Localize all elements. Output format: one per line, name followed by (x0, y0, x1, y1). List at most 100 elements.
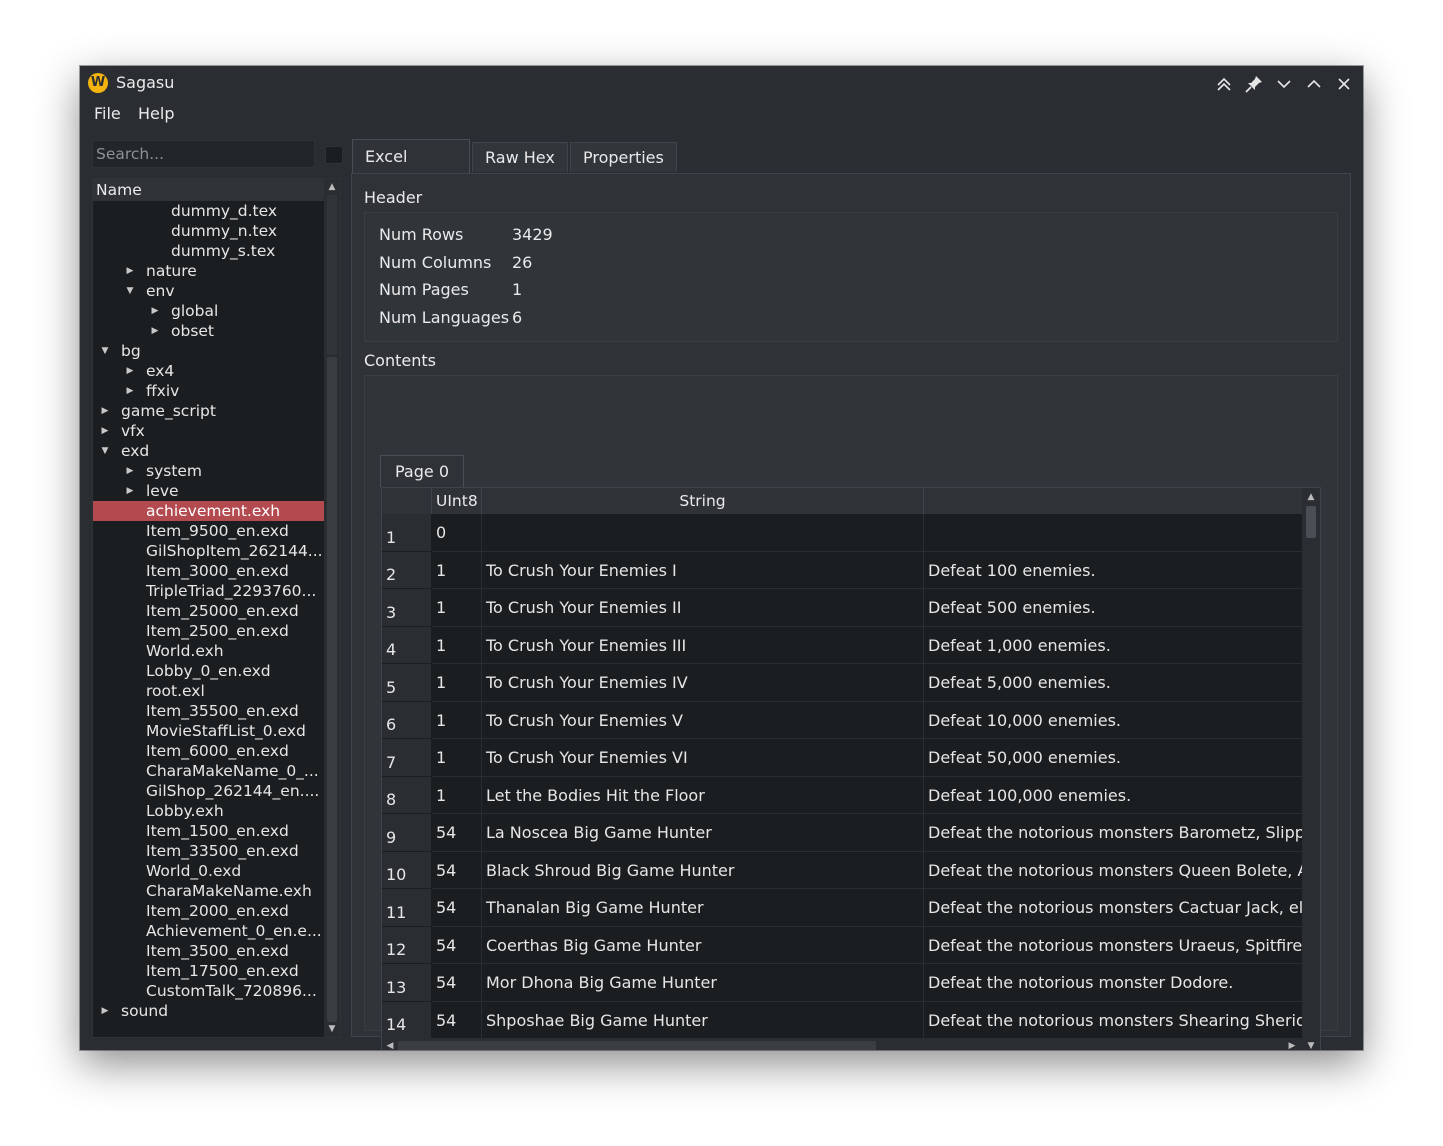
tree-item[interactable]: ▶ system (93, 461, 325, 481)
table-cell[interactable]: Black Shroud Big Game Hunter (482, 851, 924, 889)
table-cell[interactable] (924, 514, 1304, 552)
collapse-arrow-icon[interactable]: ▶ (149, 321, 161, 341)
tree-item[interactable]: ▶ nature (93, 261, 325, 281)
table-cell[interactable]: 1 (432, 551, 482, 589)
tree-item[interactable]: GilShop_262144_en.... (93, 781, 325, 801)
table-cell[interactable]: Defeat 100 enemies. (924, 551, 1304, 589)
tree-item[interactable]: ▶ sound (93, 1001, 325, 1021)
table-cell[interactable]: Defeat the notorious monsters Shearing S… (924, 1001, 1304, 1039)
table-vscrollbar[interactable]: ▲ ▼ (1302, 488, 1320, 1050)
table-cell[interactable]: Defeat 50,000 enemies. (924, 739, 1304, 777)
tree-item[interactable]: GilShopItem_262144... (93, 541, 325, 561)
row-header[interactable]: 5 (382, 664, 431, 702)
collapse-arrow-icon[interactable]: ▶ (124, 481, 136, 501)
table-cell[interactable]: 1 (432, 589, 482, 627)
row-header[interactable]: 2 (382, 551, 431, 589)
tree-item[interactable]: World.exh (93, 641, 325, 661)
close-icon[interactable] (1332, 72, 1356, 96)
table-row[interactable]: 9 54 La Noscea Big Game Hunter Defeat the n… (382, 814, 1304, 852)
table-cell[interactable]: Coerthas Big Game Hunter (482, 926, 924, 964)
row-header[interactable]: 14 (382, 1001, 431, 1039)
tree-item[interactable]: ▶ vfx (93, 421, 325, 441)
vscrollbar-handle[interactable] (1306, 506, 1316, 538)
table-cell[interactable]: 54 (432, 926, 482, 964)
tree-item[interactable]: ▼ exd (93, 441, 325, 461)
collapse-arrow-icon[interactable]: ▶ (99, 421, 111, 441)
tab-page-0[interactable]: Page 0 (380, 455, 464, 487)
table-cell[interactable]: 54 (432, 814, 482, 852)
table-row[interactable]: 4 1 To Crush Your Enemies III Defeat 1,000 … (382, 626, 1304, 664)
table-cell[interactable]: To Crush Your Enemies IV (482, 664, 924, 702)
tree-item[interactable]: Lobby_0_en.exd (93, 661, 325, 681)
table-cell[interactable]: Thanalan Big Game Hunter (482, 889, 924, 927)
column-header-string[interactable]: String (482, 488, 924, 514)
table-cell[interactable]: Defeat 500 enemies. (924, 589, 1304, 627)
tree-item[interactable]: Item_6000_en.exd (93, 741, 325, 761)
table-cell[interactable]: Defeat 100,000 enemies. (924, 776, 1304, 814)
table-cell[interactable]: Defeat the notorious monsters Queen Bole… (924, 851, 1304, 889)
tree-item[interactable]: CharaMakeName.exh (93, 881, 325, 901)
collapse-arrow-icon[interactable]: ▶ (124, 261, 136, 281)
tree-item[interactable]: achievement.exh (93, 501, 325, 521)
table-cell[interactable]: To Crush Your Enemies I (482, 551, 924, 589)
tree-item[interactable]: ▶ obset (93, 321, 325, 341)
scroll-up-icon[interactable]: ▲ (326, 181, 338, 193)
table-cell[interactable]: 54 (432, 964, 482, 1002)
tree-item[interactable]: dummy_n.tex (93, 221, 325, 241)
tree-item[interactable]: root.exl (93, 681, 325, 701)
search-input[interactable]: Search... (92, 140, 315, 168)
table-cell[interactable]: Mor Dhona Big Game Hunter (482, 964, 924, 1002)
column-header-uint8[interactable]: UInt8 (432, 488, 482, 514)
sheet-table[interactable]: UInt8 String 1 0 2 1 To Crush Your Enemies I… (381, 487, 1321, 1050)
table-scroll-up-icon[interactable]: ▲ (1305, 491, 1317, 503)
tree-item[interactable]: Item_2000_en.exd (93, 901, 325, 921)
table-cell[interactable]: Defeat 10,000 enemies. (924, 701, 1304, 739)
expand-arrow-icon[interactable]: ▼ (99, 441, 111, 461)
table-cell[interactable]: Defeat the notorious monsters Barometz, … (924, 814, 1304, 852)
tree-item[interactable]: Item_2500_en.exd (93, 621, 325, 641)
tree-header-name[interactable]: Name (93, 179, 328, 201)
collapse-arrow-icon[interactable]: ▶ (124, 461, 136, 481)
table-cell[interactable]: Defeat the notorious monster Dodore. (924, 964, 1304, 1002)
table-row[interactable]: 12 54 Coerthas Big Game Hunter Defeat the n… (382, 926, 1304, 964)
row-header[interactable]: 10 (382, 851, 431, 889)
tree-item[interactable]: ▶ ex4 (93, 361, 325, 381)
row-header[interactable]: 13 (382, 964, 431, 1002)
tree-item[interactable]: TripleTriad_2293760... (93, 581, 325, 601)
tree-item[interactable]: World_0.exd (93, 861, 325, 881)
table-cell[interactable]: 1 (432, 701, 482, 739)
row-header[interactable]: 11 (382, 889, 431, 927)
tree-item[interactable]: Item_9500_en.exd (93, 521, 325, 541)
table-hscrollbar[interactable]: ◀ ▶ (382, 1038, 1302, 1050)
table-row[interactable]: 13 54 Mor Dhona Big Game Hunter Defeat the … (382, 964, 1304, 1002)
scroll-down-icon[interactable]: ▼ (326, 1023, 338, 1035)
row-header[interactable]: 7 (382, 739, 431, 777)
table-cell[interactable]: Defeat 1,000 enemies. (924, 626, 1304, 664)
tree-item[interactable]: Item_3000_en.exd (93, 561, 325, 581)
scrollbar-handle[interactable] (327, 357, 337, 1022)
row-header[interactable]: 6 (382, 701, 431, 739)
tree-item[interactable]: ▶ game_script (93, 401, 325, 421)
collapse-arrow-icon[interactable]: ▶ (124, 381, 136, 401)
menu-help[interactable]: Help (138, 104, 174, 123)
tab-properties[interactable]: Properties (570, 142, 677, 172)
collapse-arrow-icon[interactable]: ▶ (99, 1001, 111, 1021)
pin-icon[interactable] (1242, 72, 1266, 96)
tree-item[interactable]: ▼ bg (93, 341, 325, 361)
row-header[interactable]: 1 (382, 514, 431, 552)
title-bar[interactable]: W Sagasu (80, 66, 1363, 101)
row-header[interactable]: 4 (382, 626, 431, 664)
expand-arrow-icon[interactable]: ▼ (124, 281, 136, 301)
tree-item[interactable]: Item_25000_en.exd (93, 601, 325, 621)
scrollbar-track[interactable] (327, 195, 337, 355)
tree-item[interactable]: CharaMakeName_0_... (93, 761, 325, 781)
row-header[interactable]: 12 (382, 926, 431, 964)
corner-header[interactable] (382, 488, 432, 514)
table-scroll-down-icon[interactable]: ▼ (1305, 1040, 1317, 1050)
table-row[interactable]: 11 54 Thanalan Big Game Hunter Defeat the n… (382, 889, 1304, 927)
table-cell[interactable]: 1 (432, 664, 482, 702)
table-cell[interactable]: Defeat the notorious monsters Cactuar Ja… (924, 889, 1304, 927)
tree-item[interactable]: CustomTalk_720896... (93, 981, 325, 1001)
tree-item[interactable]: dummy_d.tex (93, 201, 325, 221)
tree-item[interactable]: MovieStaffList_0.exd (93, 721, 325, 741)
